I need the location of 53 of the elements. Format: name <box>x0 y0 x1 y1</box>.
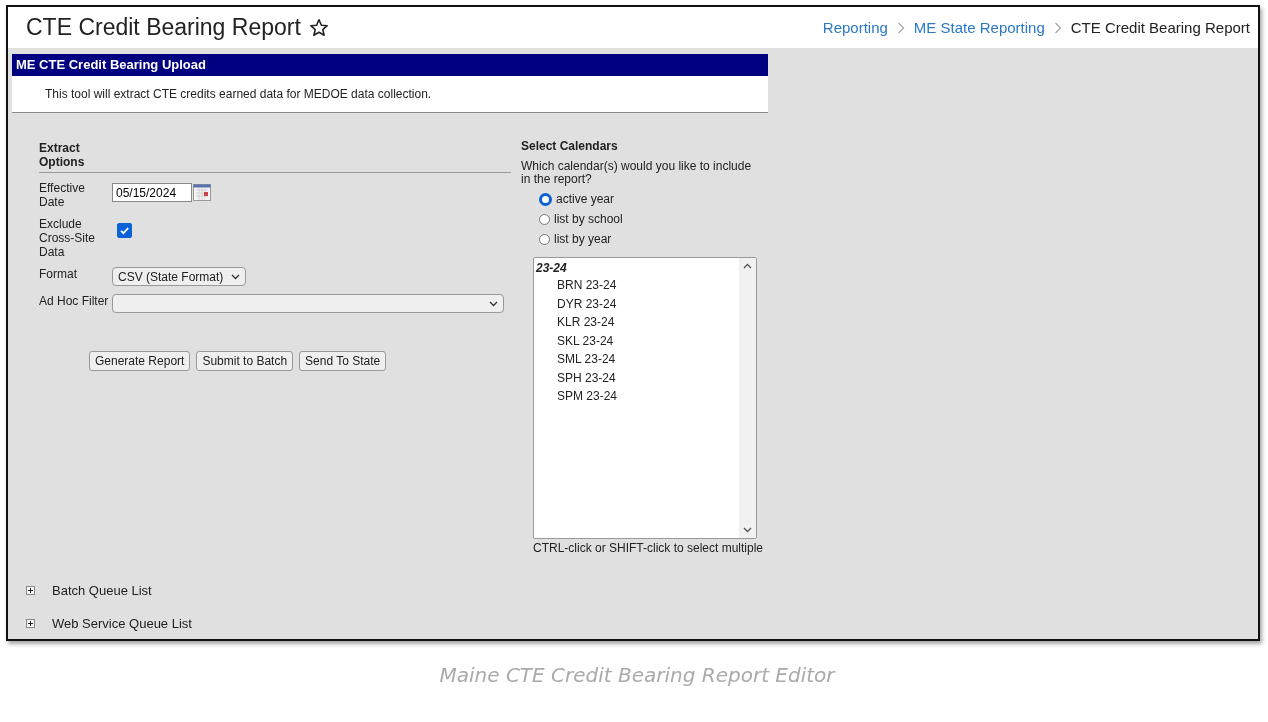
action-button[interactable]: Submit to Batch <box>196 351 294 371</box>
field-label: Effective Date <box>39 181 86 209</box>
calendar-icon[interactable] <box>193 184 211 201</box>
caret-icon <box>489 300 498 307</box>
calendar-listbox[interactable]: 23-24 BRN 23-24 DYR 23-24 KLR 23-24 SKL 23-24 SML 23-24 SPH 23-24 SPM 23-24 <box>533 257 757 539</box>
field-label: Format <box>39 267 78 281</box>
chevron-icon <box>896 21 905 34</box>
panel-description: This tool will extract CTE credits earned data for MEDOE data collection. <box>45 87 432 101</box>
checkbox[interactable] <box>117 223 132 238</box>
radio-button[interactable] <box>539 213 550 225</box>
breadcrumb-link[interactable]: Reporting <box>822 19 888 36</box>
radio-label: list by school <box>554 212 623 226</box>
scroll-up-icon[interactable] <box>743 263 752 269</box>
radio-option[interactable]: active year <box>539 192 771 206</box>
radio-button[interactable] <box>539 233 550 245</box>
calendar-option[interactable]: SKL 23-24 <box>534 331 739 350</box>
field-label: Ad Hoc Filter <box>39 294 110 308</box>
listbox-hint: CTRL-click or SHIFT-click to select multiple <box>533 541 765 555</box>
calendar-question: Which calendar(s) would you like to include in the report? <box>521 160 753 186</box>
calendar-option[interactable]: BRN 23-24 <box>534 276 739 295</box>
calendar-option[interactable]: DYR 23-24 <box>534 294 739 313</box>
calendar-group: 23-24 <box>534 260 739 276</box>
radio-button[interactable] <box>539 192 552 206</box>
scrollbar[interactable] <box>739 258 756 538</box>
image-caption: Maine CTE Credit Bearing Report Editor <box>438 663 837 687</box>
star-icon[interactable] <box>308 17 329 38</box>
field-label: Exclude Cross-Site Data <box>39 217 96 259</box>
caret-icon <box>231 273 241 280</box>
expand-icon[interactable] <box>26 619 35 628</box>
scroll-down-icon[interactable] <box>743 527 752 533</box>
calendar-option[interactable]: SPH 23-24 <box>534 368 739 387</box>
calendar-option[interactable]: SPM 23-24 <box>534 387 739 406</box>
date-field[interactable]: 05/15/2024 <box>112 183 192 202</box>
chevron-icon <box>1053 21 1062 34</box>
radio-label: list by year <box>554 232 612 246</box>
page-title: CTE Credit Bearing Report <box>26 14 301 41</box>
breadcrumb-current: CTE Credit Bearing Report <box>1070 19 1250 36</box>
collapsible-section-title[interactable]: Web Service Queue List <box>52 616 192 631</box>
radio-option[interactable]: list by year <box>539 232 771 246</box>
section-heading: Select Calendars <box>521 139 619 153</box>
expand-icon[interactable] <box>26 586 35 595</box>
radio-label: active year <box>556 192 615 206</box>
format-dropdown[interactable]: CSV (State Format) <box>112 267 247 286</box>
collapsible-section-title[interactable]: Batch Queue List <box>52 583 152 598</box>
breadcrumb-link[interactable]: ME State Reporting <box>913 19 1045 36</box>
check-icon <box>118 224 131 237</box>
section-heading: Extract Options <box>39 141 511 173</box>
action-button[interactable]: Send To State <box>299 351 387 371</box>
calendar-option[interactable]: KLR 23-24 <box>534 313 739 332</box>
calendar-option[interactable]: SML 23-24 <box>534 350 739 369</box>
panel-title-bar: ME CTE Credit Bearing Upload <box>12 54 768 76</box>
action-button[interactable]: Generate Report <box>89 351 191 371</box>
radio-option[interactable]: list by school <box>539 212 771 226</box>
